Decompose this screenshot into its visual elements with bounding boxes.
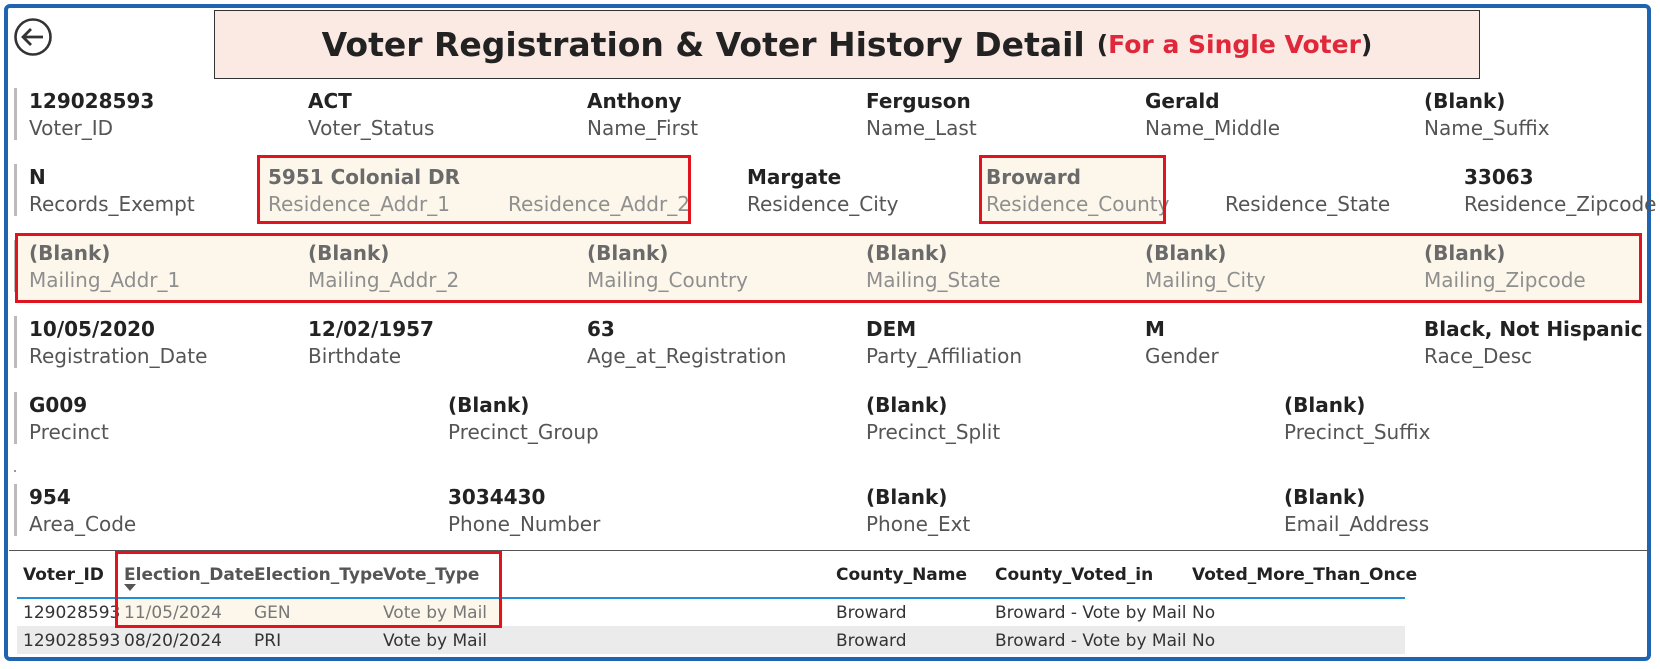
field-label: Registration_Date	[29, 344, 208, 368]
field-value: (Blank)	[1284, 485, 1366, 509]
highlight-box	[15, 233, 1642, 303]
divider-dot	[14, 470, 16, 472]
field-value: Anthony	[587, 89, 682, 113]
table-cell: 129028593	[23, 631, 121, 651]
field-label: Residence_Zipcode	[1464, 192, 1657, 216]
field-label: Voter_Status	[308, 116, 435, 140]
column-header-voter-id[interactable]: Voter_ID	[23, 565, 104, 585]
card-accent-bar	[14, 392, 17, 444]
field-value: 954	[29, 485, 71, 509]
field-label: Birthdate	[308, 344, 402, 368]
field-label: Precinct	[29, 420, 109, 444]
field-label: Voter_ID	[29, 116, 114, 140]
field-label: Phone_Ext	[866, 512, 971, 536]
table-cell: No	[1192, 631, 1216, 651]
field-label: Name_Middle	[1145, 116, 1281, 140]
field-label: Age_at_Registration	[587, 344, 787, 368]
field-label: Phone_Number	[448, 512, 601, 536]
column-header-voted-more-than-once[interactable]: Voted_More_Than_Once	[1192, 565, 1417, 585]
field-label: Email_Address	[1284, 512, 1430, 536]
field-value: 3034430	[448, 485, 546, 509]
field-value: G009	[29, 393, 88, 417]
field-label: Party_Affiliation	[866, 344, 1023, 368]
page-title: Voter Registration & Voter History Detai…	[321, 25, 1085, 64]
field-value: Gerald	[1145, 89, 1220, 113]
field-value: 33063	[1464, 165, 1534, 189]
field-value: Black, Not Hispanic	[1424, 317, 1643, 341]
field-value: (Blank)	[1284, 393, 1366, 417]
card-accent-bar	[14, 164, 17, 216]
field-value: 10/05/2020	[29, 317, 155, 341]
column-header-county-name[interactable]: County_Name	[836, 565, 967, 585]
field-value: (Blank)	[1424, 89, 1506, 113]
field-label: Residence_City	[747, 192, 899, 216]
column-header-county-voted-in[interactable]: County_Voted_in	[995, 565, 1153, 585]
page-subtitle: (For a Single Voter)	[1096, 30, 1373, 59]
field-value: N	[29, 165, 46, 189]
field-label: Residence_State	[1225, 192, 1391, 216]
table-cell: Broward	[836, 631, 907, 651]
field-value: DEM	[866, 317, 917, 341]
field-label: Name_Suffix	[1424, 116, 1550, 140]
table-cell: Vote by Mail	[383, 631, 488, 651]
field-value: M	[1145, 317, 1165, 341]
table-cell: Broward - Vote by Mail	[995, 631, 1187, 651]
field-value: (Blank)	[866, 393, 948, 417]
card-accent-bar	[14, 316, 17, 368]
table-cell: Broward - Vote by Mail	[995, 603, 1187, 623]
field-label: Gender	[1145, 344, 1219, 368]
field-label: Records_Exempt	[29, 192, 195, 216]
field-label: Precinct_Suffix	[1284, 420, 1431, 444]
table-cell: 129028593	[23, 603, 121, 623]
card-accent-bar	[14, 88, 17, 140]
back-arrow-icon[interactable]	[13, 17, 53, 57]
field-value: 129028593	[29, 89, 155, 113]
field-value: Margate	[747, 165, 842, 189]
highlight-box	[115, 551, 502, 628]
field-value: 63	[587, 317, 615, 341]
page-title-banner: Voter Registration & Voter History Detai…	[214, 10, 1480, 79]
field-value: (Blank)	[866, 485, 948, 509]
field-value: 12/02/1957	[308, 317, 434, 341]
card-accent-bar	[14, 484, 17, 536]
field-value: Ferguson	[866, 89, 971, 113]
highlight-box	[257, 155, 691, 224]
field-value: (Blank)	[448, 393, 530, 417]
field-label: Precinct_Group	[448, 420, 599, 444]
table-cell: PRI	[254, 631, 282, 651]
field-label: Name_First	[587, 116, 699, 140]
field-label: Name_Last	[866, 116, 977, 140]
field-label: Area_Code	[29, 512, 137, 536]
table-cell: No	[1192, 603, 1216, 623]
table-cell: 08/20/2024	[124, 631, 222, 651]
field-label: Precinct_Split	[866, 420, 1001, 444]
highlight-box	[979, 155, 1166, 224]
field-label: Race_Desc	[1424, 344, 1533, 368]
table-cell: Broward	[836, 603, 907, 623]
field-value: ACT	[308, 89, 352, 113]
